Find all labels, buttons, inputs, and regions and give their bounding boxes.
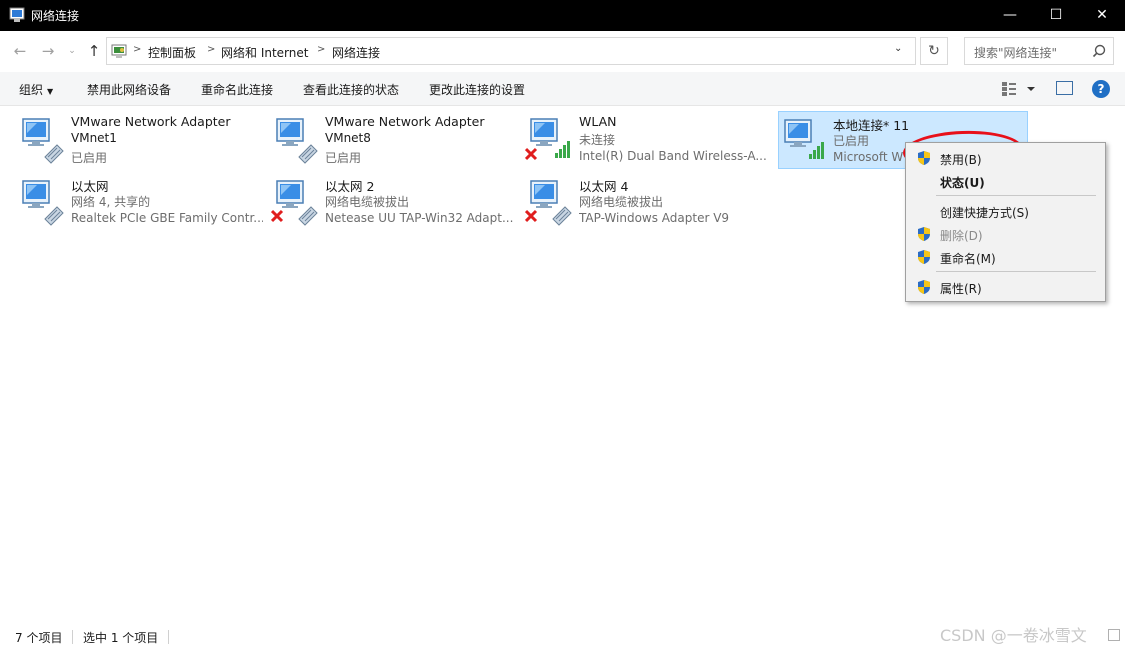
minimize-button[interactable]: —	[987, 0, 1033, 31]
rename-connection-button[interactable]: 重命名此连接	[201, 81, 273, 98]
connection-detail: 已启用	[833, 134, 870, 148]
network-folder-icon	[9, 7, 25, 22]
organize-menu[interactable]: 组织 ▼	[19, 81, 53, 98]
search-icon[interactable]	[1092, 44, 1106, 58]
disable-device-button[interactable]: 禁用此网络设备	[87, 81, 171, 98]
connection-device: TAP-Windows Adapter V9	[579, 211, 730, 225]
title-bar: 网络连接 — ☐ ✕	[0, 0, 1125, 31]
connection-name: VMware Network Adapter	[71, 114, 231, 129]
connection-item[interactable]: VMware Network Adapter VMnet8 已启用	[271, 111, 521, 169]
forward-button[interactable]: →	[38, 41, 58, 61]
breadcrumb-separator: >	[133, 44, 142, 55]
menu-separator	[936, 271, 1096, 272]
recent-locations-button[interactable]: ⌄	[62, 41, 82, 61]
breadcrumb-separator: >	[207, 44, 216, 55]
ethernet-adapter-icon	[22, 118, 64, 164]
context-menu: 禁用(B) 状态(U) 创建快捷方式(S) 删除(D) 重命名(M) 属性(R)	[905, 142, 1106, 302]
breadcrumb-control-panel[interactable]: 控制面板	[148, 44, 196, 61]
chevron-down-icon: ▼	[47, 87, 54, 96]
menu-item-create-shortcut[interactable]: 创建快捷方式(S)	[906, 200, 1105, 222]
window-title: 网络连接	[31, 9, 80, 23]
breadcrumb-separator: >	[317, 44, 326, 55]
breadcrumb-network-connections[interactable]: 网络连接	[332, 44, 380, 61]
breadcrumb-network-internet[interactable]: 网络和 Internet	[221, 44, 308, 61]
uac-shield-icon	[918, 250, 930, 264]
connection-item[interactable]: 以太网 2 网络电缆被拔出 Netease UU TAP-Win32 Adapt..…	[271, 173, 521, 231]
connection-item[interactable]: WLAN 未连接 Intel(R) Dual Band Wireless-A...	[525, 111, 775, 169]
ethernet-adapter-icon	[271, 180, 318, 226]
menu-item-rename[interactable]: 重命名(M)	[906, 246, 1105, 268]
menu-label-delete: 删除(D)	[940, 229, 983, 243]
change-view-icon[interactable]	[1000, 80, 1040, 98]
change-settings-button[interactable]: 更改此连接的设置	[429, 81, 525, 98]
connection-name: WLAN	[579, 114, 617, 129]
connection-detail: 未连接	[579, 133, 616, 147]
ethernet-adapter-icon	[22, 180, 64, 226]
ethernet-adapter-icon	[276, 118, 318, 164]
connection-device: 已启用	[325, 151, 362, 165]
status-separator	[168, 630, 169, 644]
maximize-button[interactable]: ☐	[1033, 0, 1079, 31]
connection-detail: 网络电缆被拔出	[325, 195, 410, 209]
status-separator	[72, 630, 73, 644]
refresh-button[interactable]: ↻	[920, 37, 948, 65]
connection-detail: VMnet1	[71, 131, 117, 145]
help-button[interactable]: ?	[1092, 80, 1110, 98]
menu-item-status[interactable]: 状态(U)	[906, 170, 1105, 192]
connection-item[interactable]: 以太网 4 网络电缆被拔出 TAP-Windows Adapter V9	[525, 173, 775, 231]
search-input[interactable]: 搜索"网络连接"	[964, 37, 1114, 65]
connection-device: Netease UU TAP-Win32 Adapt...	[325, 211, 514, 225]
uac-shield-icon	[918, 151, 930, 165]
large-icons-view-icon[interactable]	[1108, 629, 1120, 641]
connection-detail: 网络 4, 共享的	[71, 195, 151, 209]
command-bar: 组织 ▼ 禁用此网络设备 重命名此连接 查看此连接的状态 更改此连接的设置 ?	[0, 72, 1125, 106]
back-button[interactable]: ←	[10, 41, 30, 61]
wifi-adapter-icon	[525, 118, 570, 161]
connection-device: Intel(R) Dual Band Wireless-A...	[579, 149, 767, 163]
menu-label-rename: 重命名(M)	[940, 252, 996, 266]
connection-detail: VMnet8	[325, 131, 371, 145]
menu-label-properties: 属性(R)	[940, 282, 982, 296]
organize-label: 组织	[19, 83, 44, 97]
menu-label-status: 状态(U)	[940, 176, 985, 190]
connection-device: Realtek PCIe GBE Family Contr...	[71, 211, 263, 225]
ethernet-adapter-icon	[525, 180, 572, 226]
connection-device: Microsoft W	[833, 150, 903, 164]
address-dropdown-icon[interactable]: ⌄	[894, 43, 902, 54]
connection-item[interactable]: 以太网 网络 4, 共享的 Realtek PCIe GBE Family Cont…	[17, 173, 267, 231]
watermark: CSDN @一卷冰雪文	[940, 626, 1087, 645]
connection-detail: 网络电缆被拔出	[579, 195, 664, 209]
connection-item[interactable]: VMware Network Adapter VMnet1 已启用	[17, 111, 267, 169]
close-button[interactable]: ✕	[1079, 0, 1125, 31]
control-panel-icon	[111, 44, 127, 58]
menu-item-delete: 删除(D)	[906, 223, 1105, 245]
address-bar[interactable]: > 控制面板 > 网络和 Internet > 网络连接 ⌄	[106, 37, 916, 65]
selected-count: 选中 1 个项目	[83, 631, 159, 645]
preview-pane-icon[interactable]	[1056, 81, 1073, 95]
view-status-button[interactable]: 查看此连接的状态	[303, 81, 399, 98]
menu-label-disable: 禁用(B)	[940, 153, 982, 167]
search-placeholder: 搜索"网络连接"	[974, 46, 1058, 60]
address-row: ← → ⌄ ↑ > 控制面板 > 网络和 Internet > 网络连接 ⌄ ↻…	[0, 31, 1125, 71]
menu-separator	[936, 195, 1096, 196]
item-count: 7 个项目	[15, 631, 63, 645]
menu-item-disable[interactable]: 禁用(B)	[906, 147, 1105, 169]
up-button[interactable]: ↑	[84, 41, 104, 61]
menu-item-properties[interactable]: 属性(R)	[906, 276, 1105, 298]
connection-name: VMware Network Adapter	[325, 114, 485, 129]
uac-shield-icon	[918, 227, 930, 241]
connection-device: 已启用	[71, 151, 108, 165]
wifi-adapter-icon	[784, 119, 824, 159]
menu-label-create-shortcut: 创建快捷方式(S)	[940, 206, 1029, 220]
uac-shield-icon	[918, 280, 930, 294]
